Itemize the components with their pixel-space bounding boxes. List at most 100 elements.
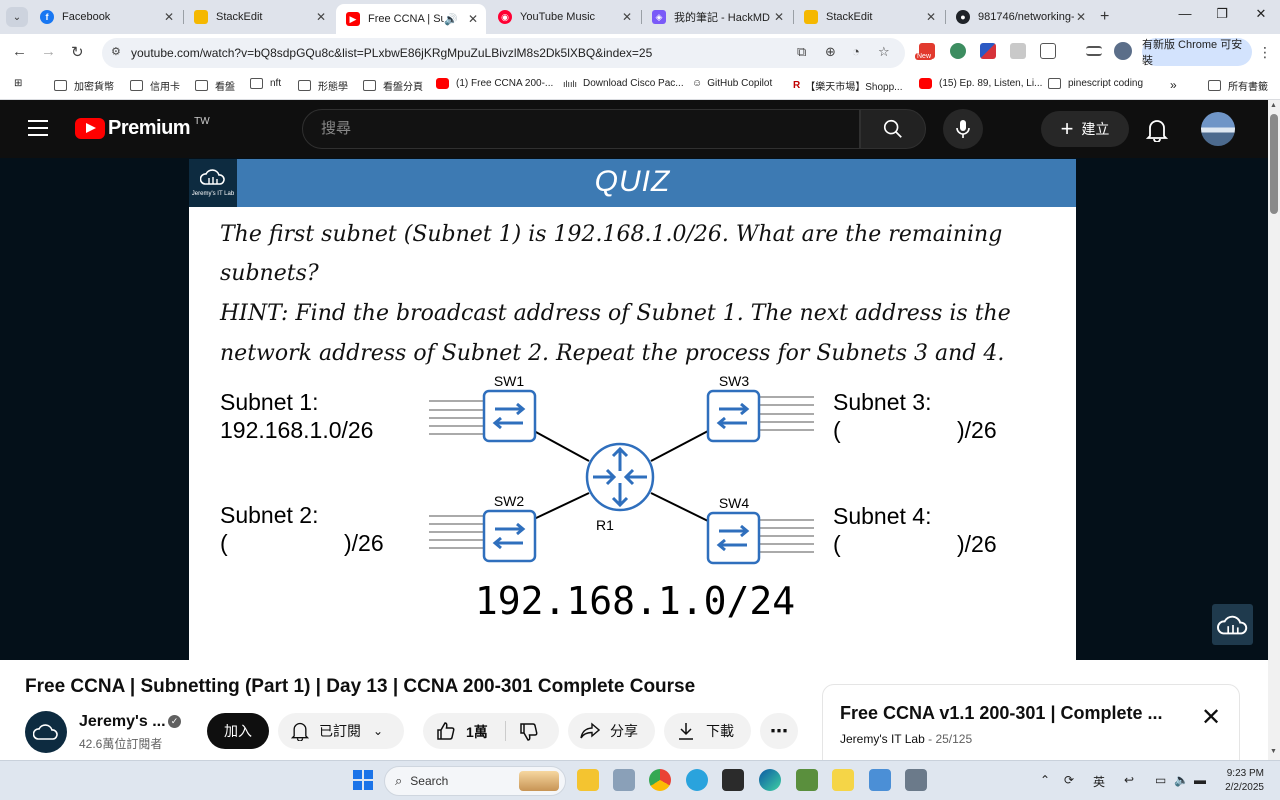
- audio-playing-icon[interactable]: 🔊: [444, 13, 458, 26]
- bookmark-folder[interactable]: 看盤分頁: [363, 78, 423, 93]
- playlist-title[interactable]: Free CCNA v1.1 200-301 | Complete ...: [840, 703, 1163, 724]
- battery-icon[interactable]: ▬: [1194, 773, 1206, 787]
- page-scrollbar[interactable]: ▲ ▼: [1268, 100, 1280, 760]
- close-tab-icon[interactable]: ✕: [772, 10, 786, 24]
- channel-name[interactable]: Jeremy's ...: [79, 713, 166, 731]
- close-window-icon[interactable]: ✕: [1246, 6, 1276, 22]
- performance-icon[interactable]: ◔: [852, 44, 860, 59]
- extension-flag-icon[interactable]: [980, 43, 996, 59]
- minimize-icon[interactable]: —: [1170, 6, 1200, 21]
- subnet3-close: )/26: [957, 417, 997, 443]
- app-icon[interactable]: [796, 769, 818, 791]
- tab-search-button[interactable]: ⌄: [6, 7, 28, 27]
- label-r1: R1: [596, 517, 614, 533]
- bookmark-folder[interactable]: 形態學: [298, 78, 348, 93]
- scroll-down-icon[interactable]: ▼: [1270, 748, 1277, 755]
- account-avatar[interactable]: [1201, 112, 1235, 146]
- extension-icon[interactable]: [950, 43, 966, 59]
- zoom-icon[interactable]: ⊕: [825, 44, 836, 60]
- bookmark-star-icon[interactable]: ☆: [878, 44, 890, 60]
- channel-watermark[interactable]: [1212, 604, 1253, 645]
- bookmark-link[interactable]: ılıılı Download Cisco Pac...: [563, 78, 684, 89]
- share-button[interactable]: 分享: [568, 713, 655, 749]
- like-button[interactable]: [436, 721, 456, 744]
- bookmark-folder[interactable]: nft: [250, 78, 281, 89]
- close-tab-icon[interactable]: ✕: [162, 10, 176, 24]
- restore-icon[interactable]: ❐: [1207, 6, 1237, 22]
- telegram-icon[interactable]: [686, 769, 708, 791]
- scroll-thumb[interactable]: [1270, 114, 1278, 214]
- close-tab-icon[interactable]: ✕: [314, 10, 328, 24]
- chrome-menu-icon[interactable]: ⋮: [1258, 44, 1272, 61]
- extension-icon[interactable]: [1010, 43, 1026, 59]
- close-tab-icon[interactable]: ✕: [620, 10, 634, 24]
- edge-icon[interactable]: [759, 769, 781, 791]
- calculator-icon[interactable]: [905, 769, 927, 791]
- scroll-up-icon[interactable]: ▲: [1270, 102, 1277, 109]
- menu-icon[interactable]: [28, 120, 48, 141]
- system-clock[interactable]: 9:23 PM 2/2/2025: [1218, 767, 1264, 795]
- update-chrome-button[interactable]: 有新版 Chrome 可安裝: [1142, 38, 1252, 67]
- extensions-puzzle-icon[interactable]: [1040, 43, 1056, 59]
- channel-avatar[interactable]: [25, 711, 67, 753]
- input-language[interactable]: 英: [1093, 773, 1105, 790]
- search-input[interactable]: 搜尋: [302, 109, 860, 149]
- tab-github[interactable]: ● 981746/networking- ✕: [946, 4, 1094, 30]
- video-player[interactable]: Jeremy's IT Lab QUIZ The first subnet (S…: [0, 158, 1268, 660]
- bookmark-link[interactable]: ☺ GitHub Copilot: [692, 78, 772, 89]
- subscribed-button[interactable]: 已訂閱 ⌄: [278, 713, 404, 749]
- profile-avatar[interactable]: [1114, 42, 1132, 60]
- install-app-icon[interactable]: ⧉: [797, 44, 806, 60]
- tab-facebook[interactable]: f Facebook ✕: [30, 4, 182, 30]
- tab-hackmd[interactable]: ◈ 我的筆記 - HackMD ✕: [642, 4, 792, 30]
- taskbar-search[interactable]: ⌕ Search: [384, 766, 566, 796]
- join-button[interactable]: 加入: [207, 713, 269, 749]
- close-tab-icon[interactable]: ✕: [466, 12, 480, 26]
- ime-mode-icon[interactable]: ↩: [1124, 773, 1134, 787]
- sync-icon[interactable]: ⟳: [1064, 773, 1074, 787]
- new-tab-icon[interactable]: +: [1100, 8, 1109, 26]
- dislike-button[interactable]: [519, 722, 539, 745]
- notepad-icon[interactable]: [869, 769, 891, 791]
- tab-stackedit[interactable]: StackEdit ✕: [184, 4, 334, 30]
- app-icon[interactable]: [832, 769, 854, 791]
- chrome-icon[interactable]: [649, 769, 671, 791]
- reload-icon[interactable]: ↻: [71, 43, 84, 61]
- volume-icon[interactable]: 🔈: [1174, 773, 1189, 787]
- tab-stackedit-2[interactable]: StackEdit ✕: [794, 4, 944, 30]
- bookmark-link[interactable]: R 【樂天市場】Shopp...: [793, 78, 903, 93]
- address-bar[interactable]: ⚙ youtube.com/watch?v=bQ8sdpGQu8c&list=P…: [102, 38, 905, 68]
- media-controls-icon[interactable]: [1086, 46, 1102, 56]
- tab-youtube-music[interactable]: ◉ YouTube Music ✕: [488, 4, 640, 30]
- close-tab-icon[interactable]: ✕: [924, 10, 938, 24]
- bookmark-link[interactable]: (1) Free CCNA 200-...: [436, 78, 553, 89]
- bookmark-folder[interactable]: 加密貨幣: [54, 78, 114, 93]
- network-icon[interactable]: ▭: [1155, 773, 1166, 787]
- more-bookmarks-icon[interactable]: »: [1170, 78, 1177, 92]
- playlist-channel[interactable]: Jeremy's IT Lab: [840, 732, 925, 746]
- close-playlist-icon[interactable]: ✕: [1201, 703, 1221, 732]
- start-icon[interactable]: [352, 769, 374, 791]
- app-icon[interactable]: [613, 769, 635, 791]
- forward-icon[interactable]: →: [41, 43, 56, 60]
- tab-free-ccna[interactable]: ▶ Free CCNA | Subi 🔊 ✕: [336, 4, 486, 34]
- search-button[interactable]: [860, 109, 926, 149]
- show-hidden-icons[interactable]: ⌃: [1040, 773, 1050, 787]
- back-icon[interactable]: ←: [12, 43, 27, 60]
- download-button[interactable]: 下載: [664, 713, 751, 749]
- bookmark-folder[interactable]: 所有書籤: [1208, 78, 1268, 93]
- notifications-button[interactable]: [1145, 118, 1169, 147]
- site-info-icon[interactable]: ⚙: [111, 45, 121, 58]
- terminal-icon[interactable]: [722, 769, 744, 791]
- voice-search-button[interactable]: [943, 109, 983, 149]
- bookmark-folder[interactable]: 信用卡: [130, 78, 180, 93]
- more-actions-icon[interactable]: ⋯: [760, 713, 798, 749]
- file-explorer-icon[interactable]: [577, 769, 599, 791]
- bookmark-link[interactable]: (15) Ep. 89, Listen, Li...: [919, 78, 1042, 89]
- apps-grid-icon[interactable]: ⊞: [14, 78, 22, 89]
- bookmark-folder[interactable]: pinescript coding: [1048, 78, 1143, 89]
- create-button[interactable]: + 建立: [1041, 111, 1129, 147]
- bookmark-folder[interactable]: 看盤: [195, 78, 235, 93]
- youtube-premium-logo[interactable]: Premium TW: [75, 116, 210, 140]
- close-tab-icon[interactable]: ✕: [1074, 10, 1088, 24]
